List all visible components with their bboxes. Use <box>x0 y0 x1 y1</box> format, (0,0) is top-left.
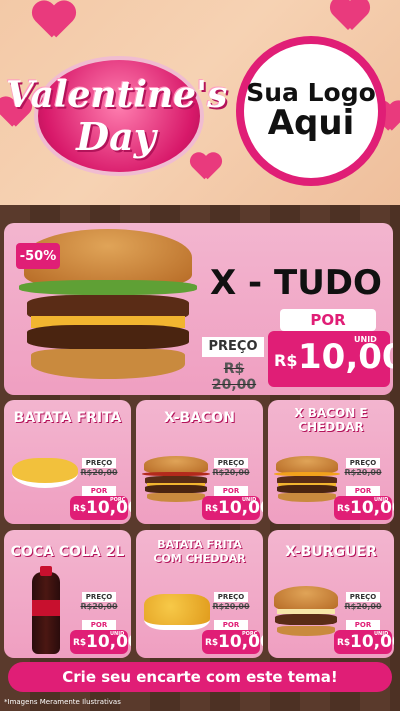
hero-product-name: X - TUDO <box>210 263 382 303</box>
fries-image <box>12 458 78 488</box>
product-card: BATATA FRITA COM CHEDDAR PREÇO R$20,00 P… <box>136 530 263 658</box>
price-box: R$ 10,00 UNID <box>202 496 263 520</box>
product-card: BATATA FRITA PREÇO R$20,00 POR R$ 10,00 … <box>4 400 131 524</box>
price-box: R$ 10,00 UNID <box>334 630 394 654</box>
x-bacon-image <box>142 456 210 502</box>
discount-badge: -50% <box>16 243 60 269</box>
por-label: POR <box>346 620 380 630</box>
coca-cola-bottle-image <box>32 566 60 654</box>
price-box: R$ 10,00 UNID <box>70 630 131 654</box>
por-label: POR <box>214 620 248 630</box>
product-name: X-BURGUER <box>285 544 377 560</box>
cta-banner[interactable]: Crie seu encarte com este tema! <box>8 662 392 692</box>
fries-cheddar-image <box>144 594 210 630</box>
por-label: POR <box>214 486 248 496</box>
preco-label: PREÇO <box>202 337 264 357</box>
menu-board: -50% X - TUDO POR PREÇO R$ 20,00 R$ 10,0… <box>0 205 400 711</box>
header-banner: Valentine's Day Sua Logo Aqui <box>0 0 400 205</box>
old-price: R$20,00 <box>212 468 250 477</box>
preco-label: PREÇO <box>82 592 116 602</box>
por-label: POR <box>346 486 380 496</box>
preco-label: PREÇO <box>346 458 380 468</box>
x-bacon-cheddar-image <box>274 456 340 502</box>
por-label: POR <box>82 486 116 496</box>
title-line2: Day <box>76 114 156 159</box>
por-label: POR <box>280 309 376 331</box>
logo-placeholder: Sua Logo Aqui <box>236 36 386 186</box>
preco-label: PREÇO <box>214 458 248 468</box>
title-line1: Valentine's <box>6 74 228 116</box>
price: 10,00 <box>298 337 393 377</box>
hero-price-tag: POR PREÇO R$ 20,00 R$ 10,00 UNID <box>200 309 393 393</box>
price-box: R$ 10,00 UNID <box>334 496 394 520</box>
disclaimer-note: *Imagens Meramente Ilustrativas <box>4 698 121 706</box>
product-card: X BACON E CHEDDAR PREÇO R$20,00 POR R$ 1… <box>268 400 394 524</box>
old-price: R$20,00 <box>344 602 382 611</box>
product-card: COCA COLA 2L PREÇO R$20,00 POR R$ 10,00 … <box>4 530 131 658</box>
product-name: BATATA FRITA COM CHEDDAR <box>153 538 246 565</box>
product-name: X BACON E CHEDDAR <box>294 406 368 435</box>
currency: R$ <box>274 351 298 370</box>
old-price: R$ 20,00 <box>211 361 257 393</box>
price-box: R$ 10,00 PORÇ <box>202 630 263 654</box>
old-price: R$20,00 <box>80 468 118 477</box>
preco-label: PREÇO <box>214 592 248 602</box>
product-card: X-BACON PREÇO R$20,00 POR R$ 10,00 UNID <box>136 400 263 524</box>
price-box: R$ 10,00 PORÇ <box>70 496 131 520</box>
product-name: BATATA FRITA <box>13 410 122 426</box>
price-box: R$ 10,00 UNID <box>268 331 393 387</box>
old-price: R$20,00 <box>80 602 118 611</box>
logo-line2: Aqui <box>267 103 355 144</box>
old-price: R$20,00 <box>344 468 382 477</box>
por-label: POR <box>82 620 116 630</box>
heart-icon <box>330 0 370 34</box>
heart-icon <box>32 2 76 42</box>
x-burguer-image <box>274 586 338 636</box>
product-name: X-BACON <box>164 410 235 426</box>
preco-label: PREÇO <box>346 592 380 602</box>
preco-label: PREÇO <box>82 458 116 468</box>
product-card: X-BURGUER PREÇO R$20,00 POR R$ 10,00 UNI… <box>268 530 394 658</box>
old-price: R$20,00 <box>212 602 250 611</box>
hero-card: -50% X - TUDO POR PREÇO R$ 20,00 R$ 10,0… <box>4 223 393 395</box>
product-name: COCA COLA 2L <box>10 544 125 560</box>
valentines-day-logo: Valentine's Day <box>6 38 228 178</box>
unit: UNID <box>354 335 377 344</box>
